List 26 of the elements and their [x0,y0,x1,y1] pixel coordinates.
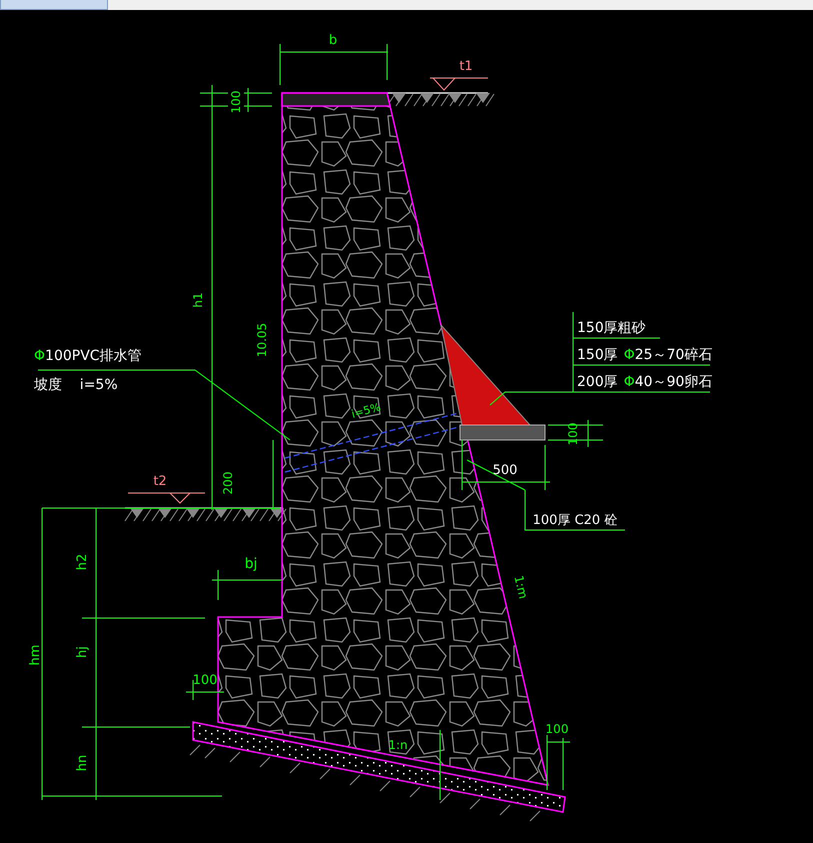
dimension-label: hn [75,754,90,772]
dimension-label: 100 [546,722,568,736]
dimension-label: 100 [192,673,218,688]
slope-note: 坡度 i=5% [34,377,118,393]
dimension-label: 10.05 [255,322,269,358]
layer-note: 150厚 Φ25～70碎石 [577,347,712,363]
dimension-label: 200 [221,472,235,494]
note-label: 100厚 C20 砼 [532,513,618,528]
dimension-label: bj [244,556,258,572]
dimension-label: hj [75,646,90,658]
dimension-label: h1 [191,292,205,308]
slope-label: 1:m [511,574,530,600]
slope-label: i=5% [350,400,382,421]
document-tab[interactable] [0,0,108,10]
dimension-label: 100 [229,90,243,114]
layer-note: 200厚 Φ40～90卵石 [577,374,712,390]
dimension-label: b [328,33,338,48]
pipe-note: Φ100PVC排水管 [34,348,142,364]
dimension-label: 500 [492,463,518,478]
slope-label: 1:n [388,738,408,752]
elevation-label: t2 [153,474,167,489]
dimension-label: h2 [75,554,90,570]
elevation-marker-drawing [430,78,488,91]
elevation-label: t1 [459,59,473,74]
layer-note: 150厚粗砂 [577,320,646,336]
dimension-label: hm [28,644,43,666]
